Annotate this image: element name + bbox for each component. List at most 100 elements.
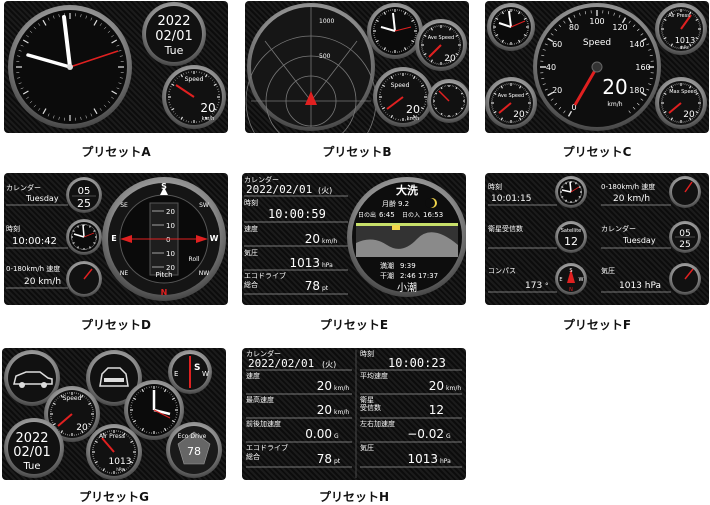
air-press-value: 1013 bbox=[675, 36, 695, 45]
preset-b-panel[interactable]: 1000 500 Ave Speed 20 Speed 20 bbox=[245, 1, 469, 133]
compass-s: S bbox=[161, 182, 167, 191]
date-gauge: 2022 02/01 Tue bbox=[4, 418, 64, 478]
calendar-label: カレンダー bbox=[6, 183, 41, 192]
sunrise-value: 6:45 bbox=[379, 211, 395, 219]
date-gauge: 2022 02/01 Tue bbox=[142, 2, 206, 66]
time-label: 時刻 bbox=[244, 198, 258, 207]
speed-value: 20 bbox=[200, 101, 215, 115]
speed-unit: km/h bbox=[322, 238, 337, 245]
weekday-value: (火) bbox=[318, 186, 332, 195]
calendar-day-name: Tuesday bbox=[25, 194, 59, 203]
pitch-scale-label: 0 bbox=[166, 236, 170, 244]
mini-clock bbox=[555, 176, 587, 208]
preset-c-panel[interactable]: 020406080100120140160180 Speed 20 km/h A… bbox=[485, 1, 709, 133]
calendar-day: 25 bbox=[77, 197, 91, 210]
compass-e: E bbox=[174, 370, 178, 378]
eco-drive-label: Eco Drive bbox=[178, 433, 207, 440]
date-value: 2022/02/01 bbox=[246, 183, 312, 196]
accel-label: 0-180km/h 速度 bbox=[6, 264, 60, 273]
compass-gauge: S E W bbox=[168, 350, 212, 394]
ave-speed-value: 20 bbox=[429, 379, 444, 393]
satellite-label: 衛星受信数 bbox=[488, 224, 523, 233]
date-month-day: 02/01 bbox=[155, 29, 192, 44]
speed-unit: km/h bbox=[202, 116, 215, 122]
caption-preset-h: プリセットH bbox=[242, 488, 466, 505]
pressure-label: 気圧 bbox=[360, 443, 374, 452]
sunrise-label: 日の出 bbox=[358, 211, 376, 219]
ave-speed-value: 20 bbox=[513, 110, 525, 120]
pressure-label: 気圧 bbox=[244, 248, 258, 257]
eco-label-line1: エコドライブ bbox=[244, 271, 286, 280]
date-weekday: Tue bbox=[22, 461, 40, 472]
eco-value: 78 bbox=[317, 452, 332, 466]
eco-value: 78 bbox=[305, 279, 320, 293]
pitch-scale-label: 20 bbox=[166, 208, 175, 216]
eco-label-line1: エコドライブ bbox=[246, 443, 288, 452]
tide-place: 大洗 bbox=[396, 183, 418, 197]
pressure-unit: hPa bbox=[322, 262, 333, 269]
compass-unit: ° bbox=[545, 282, 549, 290]
compass-n: N bbox=[569, 287, 573, 293]
satellite-label-line2: 受信数 bbox=[360, 403, 381, 412]
eco-label-line2: 総合 bbox=[246, 452, 260, 461]
compass-gauge: S E W N bbox=[555, 263, 587, 295]
date-year: 2022 bbox=[157, 14, 190, 29]
preset-h-panel[interactable]: カレンダー 2022/02/01 (火) 速度 20 km/h 最高速度 20 … bbox=[242, 348, 466, 480]
speed-gauge-label: Speed bbox=[185, 76, 204, 83]
eco-drive-gauge: Eco Drive 78 bbox=[166, 422, 222, 478]
accel-value: 20 km/h bbox=[24, 277, 61, 287]
compass-s: S bbox=[569, 268, 572, 274]
time-value: 10:00:59 bbox=[268, 207, 326, 221]
speed-unit: km/h bbox=[334, 385, 349, 392]
accel-gauge bbox=[66, 261, 102, 297]
speed-scale-label: 100 bbox=[589, 17, 604, 26]
time-value: 10:01:15 bbox=[491, 194, 531, 204]
satellite-value: 12 bbox=[429, 403, 444, 417]
lr-accel-unit: G bbox=[446, 433, 451, 440]
compass-e: E bbox=[111, 234, 116, 243]
lr-accel-value: −0.02 bbox=[407, 427, 444, 441]
preset-g-panel[interactable]: S E W Speed 20 2022 02/01 Tue bbox=[2, 348, 226, 480]
time-label: 時刻 bbox=[6, 224, 20, 233]
compass-se: SE bbox=[120, 202, 128, 209]
moon-age-label: 月齢 bbox=[382, 199, 396, 208]
pitch-scale-label: 10 bbox=[166, 222, 175, 230]
max-speed-value: 20 bbox=[317, 403, 332, 417]
accel-gauge bbox=[669, 176, 701, 208]
eco-unit: pt bbox=[322, 285, 329, 292]
eco-unit: pt bbox=[334, 458, 341, 465]
weekday-value: (火) bbox=[322, 360, 336, 369]
preset-f-panel[interactable]: 時刻 10:01:15 衛星受信数 Satellite 12 コンパス 173 … bbox=[485, 173, 709, 305]
calendar-day-name: Tuesday bbox=[622, 236, 656, 245]
preset-e-panel[interactable]: カレンダー 2022/02/01 (火) 時刻 10:00:59 速度 20 k… bbox=[242, 173, 466, 305]
pressure-unit: hPa bbox=[440, 458, 451, 465]
compass-w: W bbox=[579, 277, 584, 283]
satellite-label-line1: 衛星 bbox=[360, 395, 374, 404]
fb-accel-label: 前後加速度 bbox=[246, 419, 281, 428]
air-press-unit: hPa bbox=[681, 45, 689, 50]
ave-speed-unit: km/h bbox=[446, 385, 461, 392]
calendar-gauge: 05 25 bbox=[66, 177, 102, 213]
ave-speed-label: Ave Speed bbox=[428, 35, 454, 41]
compass-ne: NE bbox=[120, 270, 128, 277]
speed-value: 20 bbox=[406, 103, 420, 116]
ave-speed-gauge: Ave Speed 20 bbox=[485, 77, 537, 129]
accel-label: 0-180km/h 速度 bbox=[601, 182, 655, 191]
ave-speed-label: Ave Speed bbox=[498, 93, 524, 99]
calendar-day: 25 bbox=[679, 240, 690, 250]
sunset-label: 日の入 bbox=[402, 212, 420, 219]
high-tide-label: 満潮 bbox=[380, 261, 394, 270]
pressure-label: 気圧 bbox=[601, 266, 615, 275]
speed-value: 20 bbox=[76, 423, 88, 433]
main-speed-unit: km/h bbox=[607, 101, 622, 108]
caption-preset-d: プリセットD bbox=[4, 316, 228, 333]
preset-a-panel[interactable]: 2022 02/01 Tue Speed 20 km/h bbox=[4, 1, 228, 133]
preset-d-panel[interactable]: カレンダー Tuesday 時刻 10:00:42 0-180km/h 速度 2… bbox=[4, 173, 228, 305]
air-press-unit: hPa bbox=[116, 467, 124, 472]
compass-n: N bbox=[161, 288, 168, 297]
air-press-label: Air Press bbox=[668, 13, 690, 19]
pitch-scale-label: 10 bbox=[166, 250, 175, 258]
radar-range-outer: 1000 bbox=[319, 18, 334, 25]
pressure-value: 1013 hPa bbox=[619, 281, 661, 291]
calendar-gauge: 05 25 bbox=[669, 221, 701, 253]
